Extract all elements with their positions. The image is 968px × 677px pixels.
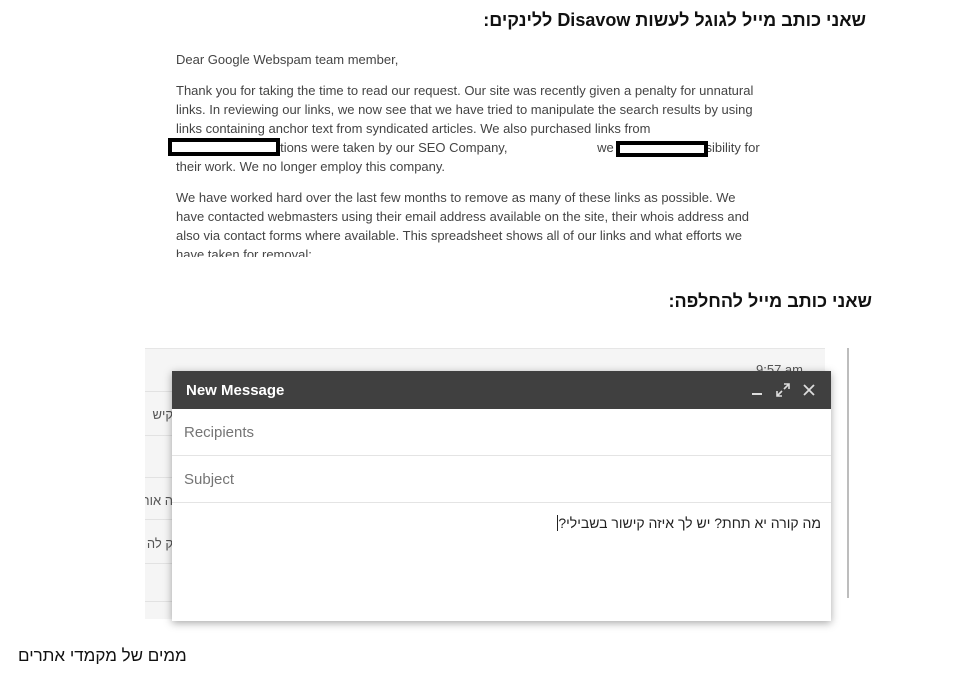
letter-p1-part-a: Thank you for taking the time to read ou… — [176, 83, 754, 136]
divider — [145, 601, 173, 602]
letter-greeting: Dear Google Webspam team member, — [176, 52, 399, 67]
compose-window: New Message מה קורה יא תחת? יש לך איזה ק… — [172, 371, 831, 621]
close-icon[interactable] — [799, 380, 819, 400]
email-snippet[interactable]: ק לה — [145, 536, 173, 551]
letter-paragraph-2: We have worked hard over the last few mo… — [176, 190, 750, 257]
divider — [145, 519, 173, 520]
heading-swap: שאני כותב מייל להחלפה: — [668, 291, 872, 311]
scrollbar[interactable] — [847, 348, 849, 598]
recipients-input[interactable] — [182, 422, 821, 442]
recipients-row — [172, 409, 831, 456]
message-body[interactable]: מה קורה יא תחת? יש לך איזה קישור בשבילי? — [172, 503, 831, 543]
email-snippet[interactable]: קיש — [145, 407, 173, 422]
subject-row — [172, 456, 831, 503]
message-body-text: מה קורה יא תחת? יש לך איזה קישור בשבילי? — [558, 515, 821, 531]
divider — [145, 563, 173, 564]
expand-icon[interactable] — [773, 380, 793, 400]
divider — [145, 435, 173, 436]
redaction-box — [168, 138, 280, 156]
divider — [145, 391, 173, 392]
footer-caption: ממים של מקמדי אתרים — [18, 646, 187, 665]
compose-header: New Message — [172, 371, 831, 409]
redaction-box — [616, 141, 708, 157]
subject-input[interactable] — [182, 469, 821, 489]
letter-paragraph-1: Thank you for taking the time to read ou… — [176, 81, 766, 176]
compose-title: New Message — [186, 381, 285, 399]
email-snippet[interactable]: ה אור — [145, 493, 173, 508]
divider — [145, 477, 173, 478]
heading-disavow: שאני כותב מייל לגוגל לעשות Disavow ללינק… — [483, 10, 866, 30]
minimize-icon[interactable] — [747, 380, 767, 400]
